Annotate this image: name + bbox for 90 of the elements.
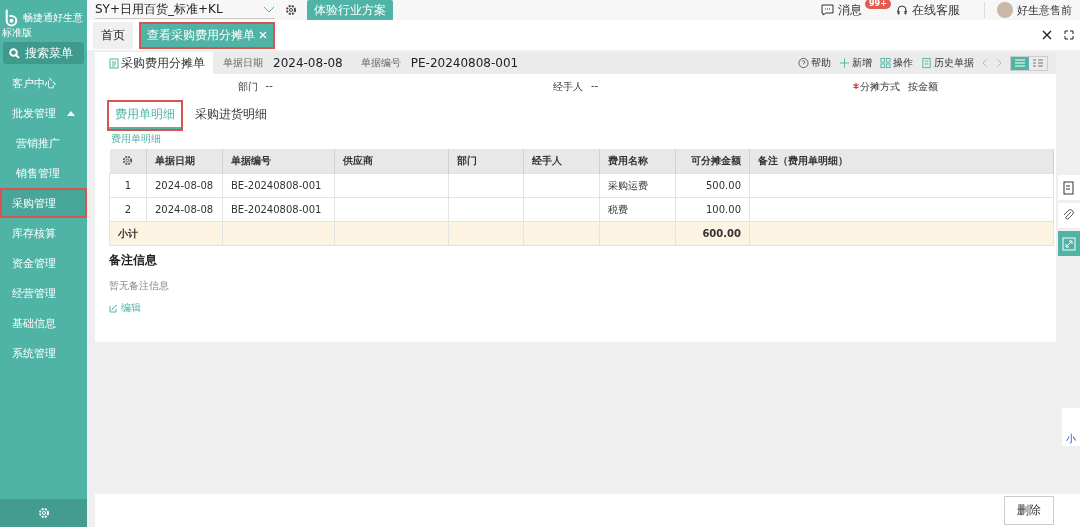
column-header: 单据日期 [146,149,223,174]
detail-list-icon [1033,59,1043,67]
search-label: 搜索菜单 [25,44,73,62]
chevron-left-icon[interactable] [982,58,988,68]
history-button[interactable]: 历史单据 [921,56,974,70]
sidebar-subitem[interactable]: 销售管理 [0,158,87,188]
column-header: 经手人 [523,149,600,174]
close-icon[interactable] [1042,30,1052,40]
field-label: 单据日期 [223,56,263,70]
detail-tab[interactable]: 费用单明细 [109,102,181,129]
page-tab[interactable]: 查看采购费用分摊单 [139,21,275,49]
table-cell: BE-20240808-001 [222,197,335,222]
chat-icon [821,4,834,16]
field-value: -- [265,80,273,93]
field-label: 部门 [237,80,258,94]
edition-label: 标准版 [2,26,32,40]
notes-empty-text: 暂无备注信息 [109,279,170,293]
expand-icon [1062,236,1076,251]
section-label: 费用单明细 [110,132,162,146]
field-label: 单据编号 [360,56,401,70]
list-view-button[interactable] [1011,56,1029,70]
table-cell: 100.00 [675,197,750,222]
plus-icon [839,57,850,69]
table-cell: 500.00 [675,173,750,198]
list-icon [1015,59,1025,67]
page-tab[interactable]: 首页 [93,21,133,49]
headset-icon [896,4,908,16]
settings-icon[interactable] [285,4,297,16]
messages-label: 消息 [838,1,862,19]
attachment-button[interactable] [1058,203,1080,228]
table-cell: 小计 [109,221,223,246]
search-icon [9,47,20,59]
unread-badge: 99+ [865,0,891,9]
sidebar-item[interactable]: 基础信息 [0,308,87,338]
menu-search-button[interactable]: 搜索菜单 [3,42,84,64]
notes-title: 备注信息 [109,252,158,269]
table-cell: 税费 [599,197,676,222]
actions-button[interactable]: 操作 [880,56,913,70]
grid-icon [880,57,891,69]
column-header: 备注（费用单明细） [749,149,1054,174]
column-header: 费用名称 [599,149,676,174]
chevron-down-icon [263,6,275,13]
detail-tab[interactable]: 采购进货明细 [189,102,273,129]
field-value: 按金额 [908,80,939,94]
attachment-icon [1062,208,1076,223]
avatar[interactable] [997,2,1013,18]
document-icon [109,57,119,69]
field-value: 2024-08-08 [273,56,343,70]
table-cell: 2024-08-08 [146,197,223,222]
sidebar-item[interactable]: 采购管理 [0,188,87,218]
field-value: PE-20240808-001 [410,56,519,70]
column-header: 单据编号 [222,149,335,174]
account-select[interactable]: SY+日用百货_标准+KL [95,1,275,19]
fullscreen-icon[interactable] [1064,30,1074,40]
table-cell: 1 [109,173,147,198]
sidebar-subitem[interactable]: 营销推广 [0,128,87,158]
table-cell: 采购运费 [599,173,676,198]
delete-button[interactable]: 删除 [1004,496,1054,525]
field-label: 经手人 [552,80,583,94]
assistant-widget[interactable]: 小 [1062,408,1080,446]
field-label: 分摊方式 [860,80,901,94]
chevron-right-icon[interactable] [996,58,1002,68]
column-header: 部门 [448,149,524,174]
caret-icon [67,110,75,116]
sidebar-item[interactable]: 客户中心 [0,68,87,98]
support-label: 在线客服 [912,1,960,19]
sidebar-item[interactable]: 批发管理 [0,98,87,128]
edit-icon [109,303,118,313]
sidebar-item[interactable]: 系统管理 [0,338,87,368]
field-value: -- [590,80,599,93]
product-name: 畅捷通好生意 [23,11,83,25]
table-cell: BE-20240808-001 [222,173,335,198]
user-name[interactable]: 好生意售前 [1017,2,1072,18]
column-header: 供应商 [334,149,449,174]
help-button[interactable]: 帮助 [798,56,831,70]
sidebar-item[interactable]: 库存核算 [0,218,87,248]
document-icon [921,57,932,69]
table-cell: 2024-08-08 [146,173,223,198]
form-icon [1062,180,1076,195]
trial-button[interactable]: 体验行业方案 [307,0,393,21]
table-cell: 2 [109,197,147,222]
sidebar-item[interactable]: 资金管理 [0,248,87,278]
sidebar-item[interactable]: 经营管理 [0,278,87,308]
support-button[interactable]: 在线客服 [896,1,960,19]
edit-link[interactable]: 编辑 [109,301,141,315]
column-header: 可分摊金额 [675,149,750,174]
document-title: 采购费用分摊单 [121,54,205,72]
settings-icon[interactable] [122,154,134,166]
new-button[interactable]: 新增 [839,56,872,70]
help-icon [798,57,809,69]
